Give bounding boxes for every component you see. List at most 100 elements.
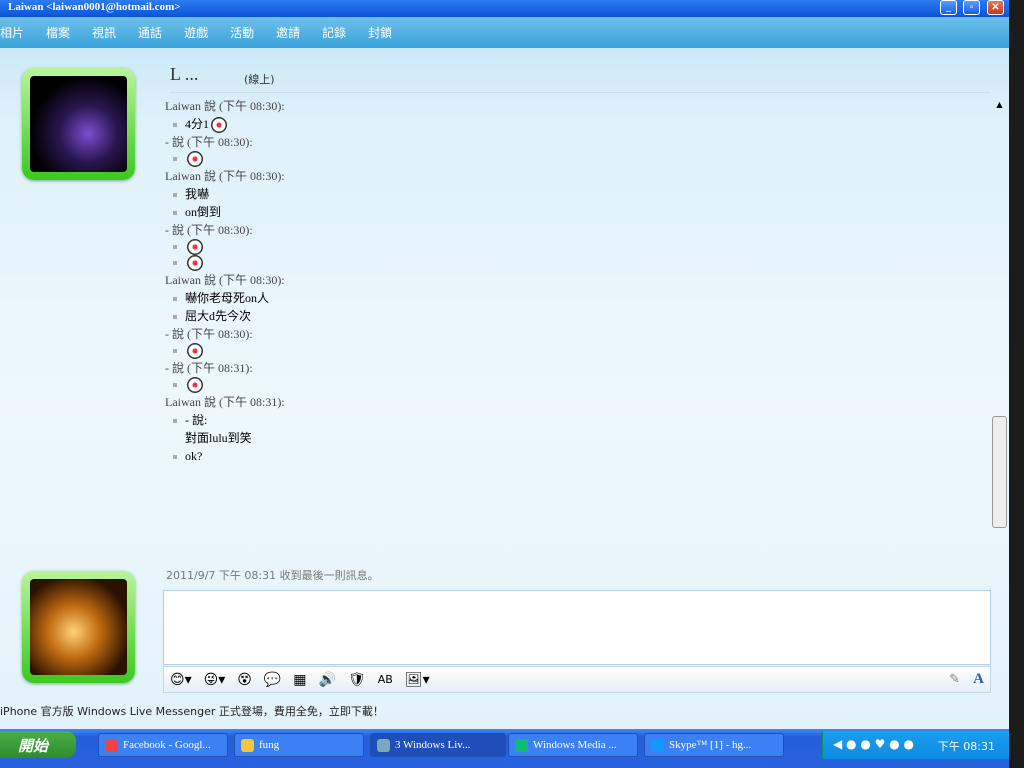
nudge-icon[interactable]: 😵 xyxy=(237,672,252,688)
scroll-up-icon[interactable]: ▲ xyxy=(992,100,1007,109)
taskbar-item-label: 3 Windows Liv... xyxy=(395,739,471,751)
message-header: Laiwan 說 (下午 08:31): xyxy=(165,395,285,409)
menu-item[interactable]: 檔案 xyxy=(46,24,70,41)
emoticon-icon xyxy=(187,255,203,271)
message-line: 4分1 xyxy=(165,115,990,133)
message-text: 我嚇 xyxy=(185,187,210,201)
message-header: - 說 (下午 08:30): xyxy=(165,327,253,341)
message-header: - 說 (下午 08:30): xyxy=(165,135,253,149)
menu-item[interactable]: 活動 xyxy=(230,24,254,41)
message-line: - 說: xyxy=(165,411,990,429)
handwriting-icon[interactable]: ✎ xyxy=(949,672,960,687)
taskbar-item-label: Facebook - Googl... xyxy=(123,739,211,751)
app-icon xyxy=(241,739,254,752)
message-line: on倒到 xyxy=(165,203,990,221)
ad-banner[interactable]: iPhone 官方版 Windows Live Messenger 正式登場，費… xyxy=(0,703,384,719)
message-line xyxy=(165,151,990,167)
taskbar-item[interactable]: fung xyxy=(234,733,364,757)
bullet xyxy=(173,157,177,161)
message-text: 4分1 xyxy=(185,117,210,131)
message-line: 我嚇 xyxy=(165,185,990,203)
last-message-time: 2011/9/7 下午 08:31 收到最後一則訊息。 xyxy=(166,569,379,582)
bullet xyxy=(173,211,177,215)
messenger-window: Laiwan <laiwan0001@hotmail.com> _ ▫ ✕ 相片… xyxy=(0,0,1009,729)
maximize-button[interactable]: ▫ xyxy=(963,0,980,15)
message-text: 嚇你老母死on人 xyxy=(185,291,270,305)
bullet xyxy=(173,349,177,353)
message-text: - 說: xyxy=(185,413,208,427)
bullet xyxy=(173,123,177,127)
menu-item[interactable]: 記錄 xyxy=(322,24,346,41)
window-title: Laiwan <laiwan0001@hotmail.com> xyxy=(8,1,181,13)
taskbar-item[interactable]: Windows Media ... xyxy=(508,733,638,757)
taskbar-item[interactable]: Facebook - Googl... xyxy=(98,733,228,757)
message-header: Laiwan 說 (下午 08:30): xyxy=(165,99,285,113)
emoticon-icon[interactable]: 😊▾ xyxy=(170,672,192,688)
share-icon[interactable]: 🖼▾ xyxy=(405,672,430,688)
contact-avatar[interactable] xyxy=(22,68,135,180)
message-text: on倒到 xyxy=(185,205,222,219)
taskbar-item-label: Windows Media ... xyxy=(533,739,617,751)
message-line: 屈大d先今次 xyxy=(165,307,990,325)
menu-bar: 相片 檔案 視訊 通話 遊戲 活動 邀請 記錄 封鎖 xyxy=(0,17,1009,48)
message-line: 嚇你老母死on人 xyxy=(165,289,990,307)
menu-item[interactable]: 通話 xyxy=(138,24,162,41)
tray-icons[interactable]: ◀ ● ● ♥ ● ● xyxy=(833,737,914,751)
compose-toolbar: 😊▾ 😜▾ 😵 💬 ▦ 🔊 🛡 AB 🖼▾ ✎ A xyxy=(163,666,991,693)
taskbar-item-label: fung xyxy=(259,739,280,751)
message-line xyxy=(165,343,990,359)
backgrounds-icon[interactable]: ▦ xyxy=(293,672,306,688)
emoticon-icon xyxy=(187,343,203,359)
message-text: ok? xyxy=(185,449,203,463)
games-icon[interactable]: 🛡 xyxy=(348,672,366,688)
app-icon xyxy=(515,739,528,752)
scroll-thumb[interactable] xyxy=(992,416,1007,528)
menu-item[interactable]: 相片 xyxy=(0,24,24,41)
menu-item[interactable]: 視訊 xyxy=(92,24,116,41)
bullet xyxy=(173,455,177,459)
emoticon-icon xyxy=(187,151,203,167)
message-header: - 說 (下午 08:30): xyxy=(165,223,253,237)
taskbar-item-label: Skype™ [1] - hg... xyxy=(669,739,752,751)
minimize-button[interactable]: _ xyxy=(940,0,957,15)
start-button[interactable]: 開始 xyxy=(0,731,76,758)
menu-item[interactable]: 封鎖 xyxy=(368,24,392,41)
divider xyxy=(170,92,990,93)
bullet xyxy=(173,245,177,249)
menu-item[interactable]: 遊戲 xyxy=(184,24,208,41)
bullet xyxy=(173,297,177,301)
message-text: 對面lulu到笑 xyxy=(185,431,252,445)
emoticon-icon xyxy=(187,239,203,255)
wink-icon[interactable]: 😜▾ xyxy=(204,672,226,688)
app-icon xyxy=(377,739,390,752)
message-line xyxy=(165,239,990,255)
sounds-icon[interactable]: 🔊 xyxy=(319,672,336,688)
menu-item[interactable]: 邀請 xyxy=(276,24,300,41)
voice-clip-icon[interactable]: 💬 xyxy=(264,672,281,688)
bullet xyxy=(173,383,177,387)
font-icon[interactable]: AB xyxy=(378,673,393,686)
text-mode-icon[interactable]: A xyxy=(973,671,984,688)
close-button[interactable]: ✕ xyxy=(987,0,1004,15)
taskbar-item[interactable]: Skype™ [1] - hg... xyxy=(644,733,784,757)
emoticon-icon xyxy=(211,117,228,133)
user-avatar[interactable] xyxy=(22,571,135,683)
message-input[interactable] xyxy=(163,590,991,665)
bullet xyxy=(173,315,177,319)
scrollbar[interactable]: ▲ xyxy=(992,100,1007,560)
taskbar: 開始 Facebook - Googl... fung 3 Windows Liv.… xyxy=(0,729,1009,768)
message-header: - 說 (下午 08:31): xyxy=(165,361,253,375)
contact-status: (線上) xyxy=(244,73,275,86)
message-text: 屈大d先今次 xyxy=(185,309,252,323)
bullet xyxy=(173,193,177,197)
bullet xyxy=(173,261,177,265)
title-bar: Laiwan <laiwan0001@hotmail.com> _ ▫ ✕ xyxy=(0,0,1009,17)
message-line xyxy=(165,377,990,393)
message-header: Laiwan 說 (下午 08:30): xyxy=(165,169,285,183)
conversation-history: Laiwan 說 (下午 08:30): 4分1 - 說 (下午 08:30): La… xyxy=(165,97,990,565)
taskbar-item[interactable]: 3 Windows Liv... xyxy=(370,733,506,757)
message-line: ok? xyxy=(165,447,990,465)
message-line: 對面lulu到笑 xyxy=(165,429,990,447)
message-line xyxy=(165,255,990,271)
app-icon xyxy=(105,739,118,752)
